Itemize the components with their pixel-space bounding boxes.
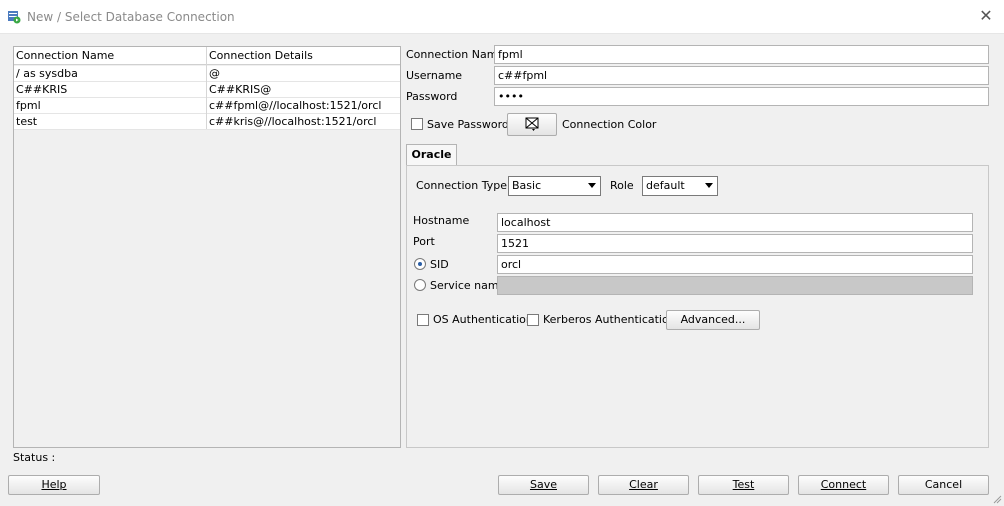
color-picker-icon (525, 117, 539, 131)
connection-name-cell: fpml (16, 99, 41, 112)
connect-button[interactable]: Connect (798, 475, 889, 495)
connection-color-label: Connection Color (562, 118, 657, 131)
connection-details-cell: c##kris@//localhost:1521/orcl (209, 115, 377, 128)
cancel-button-label: Cancel (924, 478, 963, 491)
role-label: Role (610, 179, 634, 192)
clear-button[interactable]: Clear (598, 475, 689, 495)
service-name-radio[interactable] (414, 279, 426, 291)
help-button[interactable]: Help (8, 475, 100, 495)
sid-field[interactable]: orcl (497, 255, 973, 274)
hostname-label: Hostname (413, 214, 470, 227)
resize-grip-icon[interactable] (992, 494, 1002, 504)
cancel-button[interactable]: Cancel (898, 475, 989, 495)
title-bar: New / Select Database Connection ✕ (0, 0, 1004, 34)
radio-selected-dot (418, 262, 422, 266)
advanced-button[interactable]: Advanced... (666, 310, 760, 330)
port-field[interactable]: 1521 (497, 234, 973, 253)
column-header-connection-name[interactable]: Connection Name (16, 49, 114, 62)
connection-name-cell: C##KRIS (16, 83, 68, 96)
password-field[interactable]: •••• (494, 87, 989, 106)
chevron-down-icon (705, 183, 713, 188)
connection-name-label: Connection Name (406, 48, 505, 61)
connection-color-button[interactable] (507, 113, 557, 136)
save-password-checkbox[interactable] (411, 118, 423, 130)
clear-button-label: Clear (629, 478, 658, 491)
username-field[interactable]: c##fpml (494, 66, 989, 85)
connection-row[interactable]: / as sysdba @ (14, 66, 400, 82)
connection-name-cell: / as sysdba (16, 67, 78, 80)
connection-type-select[interactable]: Basic (508, 176, 601, 196)
tab-oracle[interactable]: Oracle (406, 144, 457, 166)
close-icon[interactable]: ✕ (976, 6, 996, 26)
connection-row[interactable]: fpml c##fpml@//localhost:1521/orcl (14, 98, 400, 114)
connection-details-cell: C##KRIS@ (209, 83, 272, 96)
service-name-label: Service name (430, 279, 506, 292)
connection-list[interactable]: Connection Name Connection Details / as … (13, 46, 401, 448)
column-divider (206, 47, 207, 129)
kerberos-authentication-label: Kerberos Authentication (543, 313, 676, 326)
connection-details-cell: c##fpml@//localhost:1521/orcl (209, 99, 382, 112)
password-label: Password (406, 90, 458, 103)
status-label: Status : (13, 451, 56, 464)
port-label: Port (413, 235, 435, 248)
help-button-label: Help (41, 478, 67, 491)
save-password-label: Save Password (427, 118, 509, 131)
os-authentication-checkbox[interactable] (417, 314, 429, 326)
save-button-label: Save (529, 478, 557, 491)
column-header-connection-details[interactable]: Connection Details (209, 49, 313, 62)
window-title: New / Select Database Connection (27, 10, 235, 24)
connection-type-label: Connection Type (416, 179, 508, 192)
connection-list-header: Connection Name Connection Details (14, 47, 400, 65)
test-button[interactable]: Test (698, 475, 789, 495)
connection-name-cell: test (16, 115, 38, 128)
oracle-panel (406, 165, 989, 448)
connect-button-label: Connect (820, 478, 867, 491)
sid-label: SID (430, 258, 449, 271)
chevron-down-icon (588, 183, 596, 188)
os-authentication-label: OS Authentication (433, 313, 533, 326)
hostname-field[interactable]: localhost (497, 213, 973, 232)
kerberos-authentication-checkbox[interactable] (527, 314, 539, 326)
username-label: Username (406, 69, 463, 82)
database-app-icon (8, 11, 21, 24)
save-button[interactable]: Save (498, 475, 589, 495)
service-name-field (497, 276, 973, 295)
connection-name-field[interactable]: fpml (494, 45, 989, 64)
connection-type-value: Basic (512, 179, 542, 192)
test-button-label: Test (732, 478, 755, 491)
connection-row[interactable]: test c##kris@//localhost:1521/orcl (14, 114, 400, 130)
sid-radio[interactable] (414, 258, 426, 270)
connection-details-cell: @ (209, 67, 220, 80)
role-value: default (646, 179, 685, 192)
connection-row[interactable]: C##KRIS C##KRIS@ (14, 82, 400, 98)
role-select[interactable]: default (642, 176, 718, 196)
